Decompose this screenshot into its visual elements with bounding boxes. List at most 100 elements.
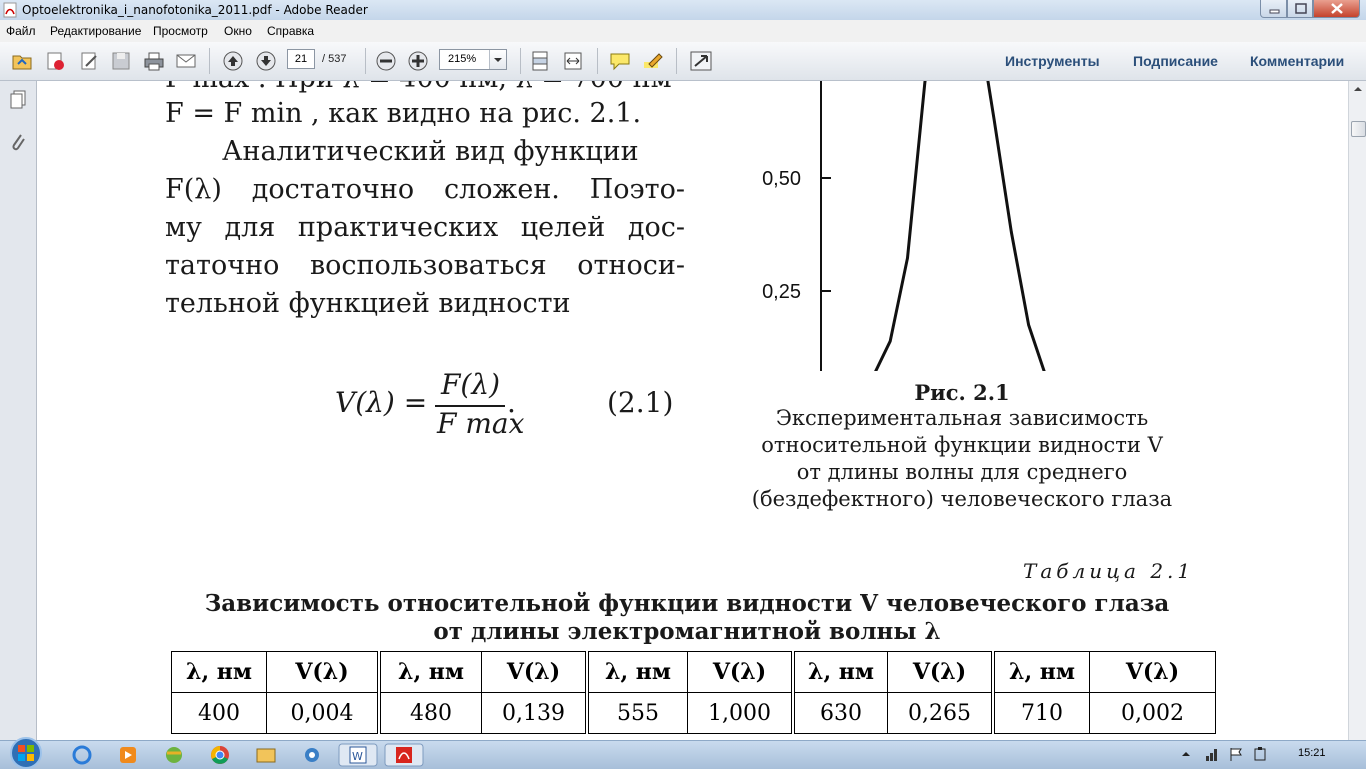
table-header-cell: λ, нм xyxy=(791,651,888,693)
table-cell: 630 xyxy=(791,692,888,734)
explorer-icon[interactable] xyxy=(248,743,284,767)
table-row: 400 0,004 480 0,139 555 1,000 630 0,265 … xyxy=(171,692,1216,734)
title-bar: Optoelektronika_i_nanofotonika_2011.pdf … xyxy=(0,0,1366,20)
open-icon[interactable] xyxy=(10,50,34,72)
highlight-icon[interactable] xyxy=(641,50,665,72)
app2-icon[interactable] xyxy=(294,743,330,767)
menu-edit[interactable]: Редактирование xyxy=(50,24,141,38)
zoom-in-icon[interactable] xyxy=(406,50,430,72)
table-header-cell: λ, нм xyxy=(585,651,688,693)
page-number-input[interactable]: 21 xyxy=(287,49,315,69)
clock: 15:21 xyxy=(1298,747,1326,759)
vertical-scrollbar[interactable] xyxy=(1348,81,1366,740)
fit-width-icon[interactable] xyxy=(561,50,585,72)
formula-number: (2.1) xyxy=(607,386,674,419)
window-title: Optoelektronika_i_nanofotonika_2011.pdf … xyxy=(22,3,368,17)
menu-help[interactable]: Справка xyxy=(267,24,314,38)
table-cell: 0,004 xyxy=(266,692,380,734)
table-cell: 480 xyxy=(377,692,482,734)
table-cell: 555 xyxy=(585,692,688,734)
sign-button[interactable]: Подписание xyxy=(1133,53,1218,69)
app-icon[interactable] xyxy=(156,743,192,767)
chevron-down-icon xyxy=(494,58,502,62)
paragraph-line-2: F(λ) достаточно сложен. Поэто- xyxy=(165,174,685,205)
table-cell: 400 xyxy=(171,692,267,734)
formula-numerator: F(λ) xyxy=(441,368,501,401)
tools-button[interactable]: Инструменты xyxy=(1005,53,1100,69)
figure-caption-4: (бездефектного) человеческого глаза xyxy=(751,487,1173,511)
create-pdf-icon[interactable] xyxy=(43,50,67,72)
table-title-2: от длины электромагнитной волны λ xyxy=(433,618,941,645)
edit-doc-icon[interactable] xyxy=(77,50,101,72)
chevron-up-icon[interactable] xyxy=(1180,747,1192,761)
page-total: / 537 xyxy=(322,53,347,65)
zoom-out-icon[interactable] xyxy=(374,50,398,72)
table-header-cell: V(λ) xyxy=(687,651,794,693)
visibility-curve xyxy=(874,81,1046,371)
paragraph-line-3: му для практических целей дос- xyxy=(165,212,685,243)
scroll-thumb[interactable] xyxy=(1351,121,1366,137)
table-cell: 1,000 xyxy=(687,692,794,734)
taskbar: W 15:21 xyxy=(0,737,1366,769)
prev-page-icon[interactable] xyxy=(221,50,245,72)
fit-page-icon[interactable] xyxy=(528,50,552,72)
svg-text:W: W xyxy=(352,750,363,763)
pages-icon[interactable] xyxy=(8,89,28,111)
print-icon[interactable] xyxy=(142,50,166,72)
reader-taskbar-icon[interactable] xyxy=(384,743,424,767)
table-header-cell: V(λ) xyxy=(887,651,994,693)
scroll-up-icon[interactable] xyxy=(1350,81,1366,97)
formula-lhs: V(λ) = xyxy=(335,386,428,419)
table-label: Таблица 2.1 xyxy=(1023,559,1195,583)
table-cell: 0,265 xyxy=(887,692,994,734)
document-view[interactable]: F max . При λ = 400 нм, λ = 700 нм F = F… xyxy=(37,81,1348,740)
attachment-icon[interactable] xyxy=(8,131,28,155)
maximize-button[interactable] xyxy=(1287,0,1313,18)
text-line-fmin: F = F min , как видно на рис. 2.1. xyxy=(165,98,642,129)
table-title-1: Зависимость относительной функции виднос… xyxy=(204,590,1170,617)
menu-bar: Файл Редактирование Просмотр Окно Справк… xyxy=(0,20,1366,42)
table-header-cell: V(λ) xyxy=(266,651,380,693)
visibility-chart: 00,250,50400500600700800λ, нм xyxy=(762,81,1046,371)
full-screen-icon[interactable] xyxy=(689,50,713,72)
menu-file[interactable]: Файл xyxy=(6,24,36,38)
email-icon[interactable] xyxy=(174,50,198,72)
chrome-icon[interactable] xyxy=(202,743,238,767)
table-header-cell: λ, нм xyxy=(171,651,267,693)
navigation-pane xyxy=(0,81,37,740)
table-cell: 710 xyxy=(991,692,1090,734)
minimize-button[interactable] xyxy=(1260,0,1287,18)
comments-button[interactable]: Комментарии xyxy=(1250,53,1344,69)
comment-icon[interactable] xyxy=(608,50,632,72)
flag-icon[interactable] xyxy=(1228,746,1244,762)
ie-icon[interactable] xyxy=(64,743,100,767)
table-cell: 0,002 xyxy=(1089,692,1216,734)
save-icon[interactable] xyxy=(109,50,133,72)
table-header-cell: V(λ) xyxy=(1089,651,1216,693)
word-icon[interactable]: W xyxy=(338,743,378,767)
paragraph-line-5: тельной функцией видности xyxy=(165,288,571,319)
figure-caption-2: относительной функции видности V xyxy=(761,433,1163,457)
table-header-cell: λ, нм xyxy=(991,651,1090,693)
media-player-icon[interactable] xyxy=(110,743,146,767)
zoom-select[interactable]: 215% xyxy=(439,49,507,70)
y-tick-label: 0,25 xyxy=(762,281,801,303)
table-cell: 0,139 xyxy=(481,692,588,734)
zoom-dropdown[interactable] xyxy=(489,50,506,69)
paragraph-line-1: Аналитический вид функции xyxy=(222,136,639,167)
menu-window[interactable]: Окно xyxy=(224,24,252,38)
table-header-cell: λ, нм xyxy=(377,651,482,693)
paragraph-line-4: таточно воспользоваться относи- xyxy=(165,250,685,281)
table-header-cell: V(λ) xyxy=(481,651,588,693)
zoom-value: 215% xyxy=(448,53,477,65)
power-icon[interactable] xyxy=(1252,746,1268,762)
adobe-reader-icon xyxy=(3,2,17,18)
menu-view[interactable]: Просмотр xyxy=(153,24,208,38)
network-icon[interactable] xyxy=(1204,746,1220,762)
next-page-icon[interactable] xyxy=(254,50,278,72)
close-button[interactable] xyxy=(1313,0,1360,18)
y-tick-label: 0,50 xyxy=(762,168,801,190)
table-header-row: λ, нм V(λ) λ, нм V(λ) λ, нм V(λ) λ, нм V… xyxy=(171,651,1216,693)
start-icon[interactable] xyxy=(8,735,44,771)
figure-caption-1: Экспериментальная зависимость xyxy=(775,406,1149,430)
